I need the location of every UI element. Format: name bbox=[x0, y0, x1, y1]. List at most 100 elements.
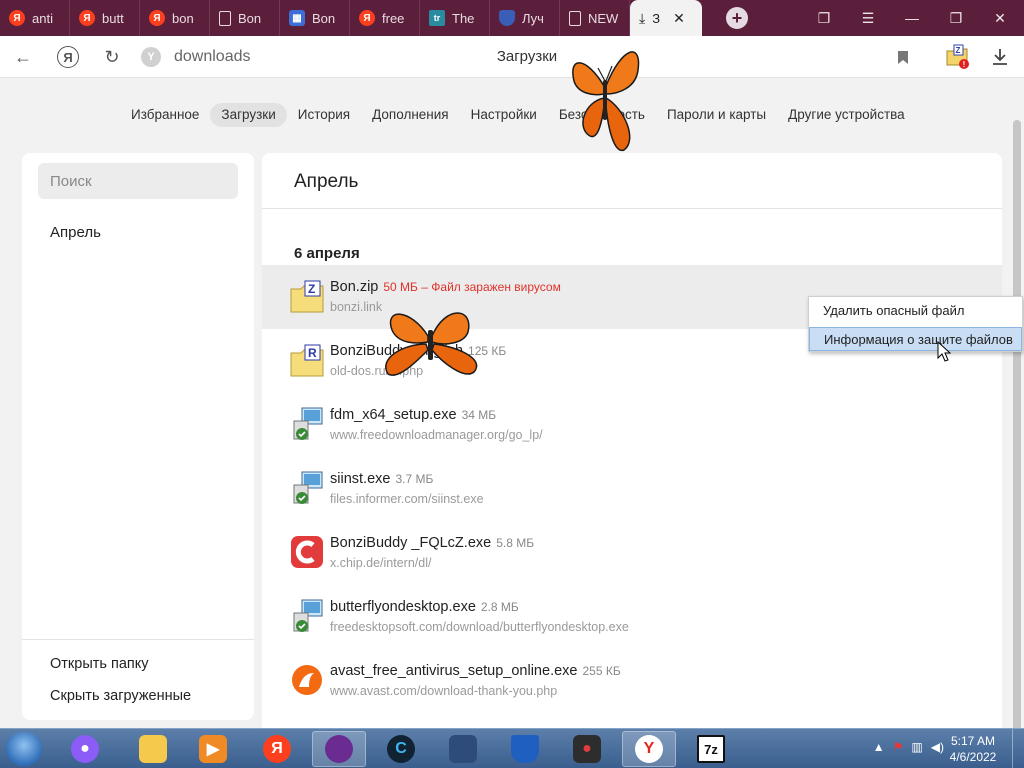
sidebar: Апрель Открыть папку Скрыть загруженные bbox=[22, 153, 254, 720]
browser-tab[interactable]: Яbon bbox=[140, 0, 210, 36]
flag-icon[interactable]: ⚑ bbox=[893, 740, 904, 754]
tab-manager-icon[interactable]: ❐ bbox=[802, 0, 846, 36]
close-tab-icon[interactable]: ✕ bbox=[673, 10, 685, 27]
file-source[interactable]: www.avast.com/download-thank-you.php bbox=[330, 684, 557, 698]
installer-icon bbox=[293, 471, 323, 504]
taskbar-remote[interactable] bbox=[436, 731, 490, 767]
browser-tab[interactable]: Луч bbox=[490, 0, 560, 36]
delete-dangerous-file-item[interactable]: Удалить опасный файл bbox=[809, 299, 1022, 323]
divider bbox=[22, 639, 254, 640]
search-input[interactable] bbox=[38, 163, 238, 199]
taskbar-alice[interactable]: ● bbox=[58, 731, 112, 767]
page-title: Загрузки bbox=[496, 48, 558, 65]
taskbar-ccleaner[interactable]: C bbox=[374, 731, 428, 767]
zip-archive-icon: Z bbox=[290, 280, 324, 313]
nav-passwords[interactable]: Пароли и карты bbox=[656, 103, 777, 127]
taskbar-browser[interactable] bbox=[312, 731, 366, 767]
minimize-button[interactable]: — bbox=[890, 0, 934, 36]
taskbar-security[interactable] bbox=[498, 731, 552, 767]
browser-tab[interactable]: tr The bbox=[420, 0, 490, 36]
yandex-icon: Я bbox=[9, 10, 25, 26]
taskbar-explorer[interactable] bbox=[126, 731, 180, 767]
sidebar-item-month[interactable]: Апрель bbox=[50, 224, 101, 241]
file-name[interactable]: butterflyondesktop.exe 2.8 МБ bbox=[330, 599, 519, 615]
tab-title: NEW bbox=[588, 10, 619, 26]
file-source[interactable]: x.chip.de/intern/dl/ bbox=[330, 556, 431, 570]
download-row[interactable]: butterflyondesktop.exe 2.8 МБ freedesktop… bbox=[262, 585, 1002, 649]
file-protection-info-item[interactable]: Информация о защите файлов bbox=[809, 327, 1022, 351]
file-name-text[interactable]: fdm_x64_setup.exe bbox=[330, 407, 457, 423]
menu-icon[interactable]: ☰ bbox=[846, 0, 890, 36]
context-menu: Удалить опасный файл Информация о защите… bbox=[808, 296, 1023, 352]
month-header: Апрель bbox=[294, 171, 359, 192]
network-icon[interactable]: ▥ bbox=[911, 740, 922, 754]
file-source[interactable]: files.informer.com/siinst.exe bbox=[330, 492, 484, 506]
yandex-icon: Я bbox=[149, 10, 165, 26]
start-button[interactable] bbox=[6, 732, 42, 766]
close-window-button[interactable]: ✕ bbox=[978, 0, 1022, 36]
taskbar-recorder[interactable]: ● bbox=[560, 731, 614, 767]
browser-tab[interactable]: Яfree bbox=[350, 0, 420, 36]
taskbar-7zip[interactable]: 7z bbox=[684, 731, 738, 767]
document-icon bbox=[569, 10, 581, 26]
new-tab-button[interactable]: + bbox=[726, 7, 748, 29]
taskbar-media[interactable]: ▶ bbox=[186, 731, 240, 767]
browser-tab[interactable]: Bon bbox=[210, 0, 280, 36]
file-name[interactable]: avast_free_antivirus_setup_online.exe 255… bbox=[330, 663, 621, 679]
browser-tab[interactable]: ▦ Bon bbox=[280, 0, 350, 36]
nav-favorites[interactable]: Избранное bbox=[120, 103, 210, 127]
taskbar-yandex[interactable]: Я bbox=[250, 731, 304, 767]
system-tray: ▲ ⚑ ▥ ◀) bbox=[873, 740, 944, 754]
file-size: 5.8 МБ bbox=[496, 536, 535, 550]
file-name[interactable]: BonziBuddy _FQLcZ.exe 5.8 МБ bbox=[330, 535, 534, 551]
screen-recorder-icon: ● bbox=[573, 735, 601, 763]
tr-icon: tr bbox=[429, 10, 445, 26]
yandex-browser-icon: Y bbox=[635, 735, 663, 763]
restore-button[interactable]: ❐ bbox=[934, 0, 978, 36]
file-source[interactable]: freedesktopsoft.com/download/butterflyon… bbox=[330, 620, 629, 634]
nav-history[interactable]: История bbox=[287, 103, 361, 127]
file-name-text[interactable]: avast_free_antivirus_setup_online.exe bbox=[330, 663, 577, 679]
svg-text:Z: Z bbox=[956, 46, 961, 55]
document-icon bbox=[219, 10, 231, 26]
tab-title: bon bbox=[172, 10, 194, 26]
download-icon: ⤓ bbox=[639, 9, 646, 26]
active-tab[interactable]: ⤓ З ✕ bbox=[630, 0, 702, 36]
scrollbar-thumb[interactable] bbox=[1013, 120, 1021, 740]
file-name[interactable]: siinst.exe 3.7 МБ bbox=[330, 471, 433, 487]
browser-tab[interactable]: NEW bbox=[560, 0, 630, 36]
nav-extensions[interactable]: Дополнения bbox=[361, 103, 459, 127]
clock[interactable]: 5:17 AM 4/6/2022 bbox=[942, 733, 1004, 765]
open-folder-link[interactable]: Открыть папку bbox=[50, 656, 149, 672]
nav-downloads[interactable]: Загрузки bbox=[210, 103, 287, 127]
divider bbox=[262, 208, 1002, 209]
download-row[interactable]: BonziBuddy _FQLcZ.exe 5.8 МБ x.chip.de/in… bbox=[262, 521, 1002, 585]
taskbar-yandex-browser[interactable]: Y bbox=[622, 731, 676, 767]
download-row[interactable]: fdm_x64_setup.exe 34 МБ www.freedownloadm… bbox=[262, 393, 1002, 457]
downloads-icon[interactable] bbox=[988, 45, 1012, 69]
bookmark-icon[interactable] bbox=[891, 45, 915, 69]
file-name-text[interactable]: siinst.exe bbox=[330, 471, 390, 487]
yandex-icon: Я bbox=[359, 10, 375, 26]
file-name-text[interactable]: Bon.zip bbox=[330, 279, 378, 295]
file-source[interactable]: www.freedownloadmanager.org/go_lp/ bbox=[330, 428, 543, 442]
media-player-icon: ▶ bbox=[199, 735, 227, 763]
show-desktop-button[interactable] bbox=[1012, 729, 1024, 768]
hide-downloaded-link[interactable]: Скрыть загруженные bbox=[50, 688, 191, 704]
avast-icon bbox=[292, 665, 322, 695]
browser-tab[interactable]: Яanti bbox=[0, 0, 70, 36]
nav-other-devices[interactable]: Другие устройства bbox=[777, 103, 916, 127]
file-name-text[interactable]: butterflyondesktop.exe bbox=[330, 599, 476, 615]
file-name[interactable]: Bon.zip 50 МБ – Файл заражен вирусом bbox=[330, 279, 561, 295]
scrollbar[interactable] bbox=[1010, 78, 1024, 740]
browser-tab[interactable]: Яbutt bbox=[70, 0, 140, 36]
download-row[interactable]: avast_free_antivirus_setup_online.exe 255… bbox=[262, 649, 1002, 713]
file-name[interactable]: fdm_x64_setup.exe 34 МБ bbox=[330, 407, 496, 423]
installer-icon bbox=[293, 407, 323, 440]
clock-time: 5:17 AM bbox=[950, 734, 996, 748]
nav-settings[interactable]: Настройки bbox=[460, 103, 548, 127]
file-name-text[interactable]: BonziBuddy _FQLcZ.exe bbox=[330, 535, 491, 551]
download-row[interactable]: siinst.exe 3.7 МБ files.informer.com/siin… bbox=[262, 457, 1002, 521]
protect-extension-icon[interactable]: Z! bbox=[945, 44, 969, 69]
show-hidden-icons-icon[interactable]: ▲ bbox=[873, 740, 885, 754]
